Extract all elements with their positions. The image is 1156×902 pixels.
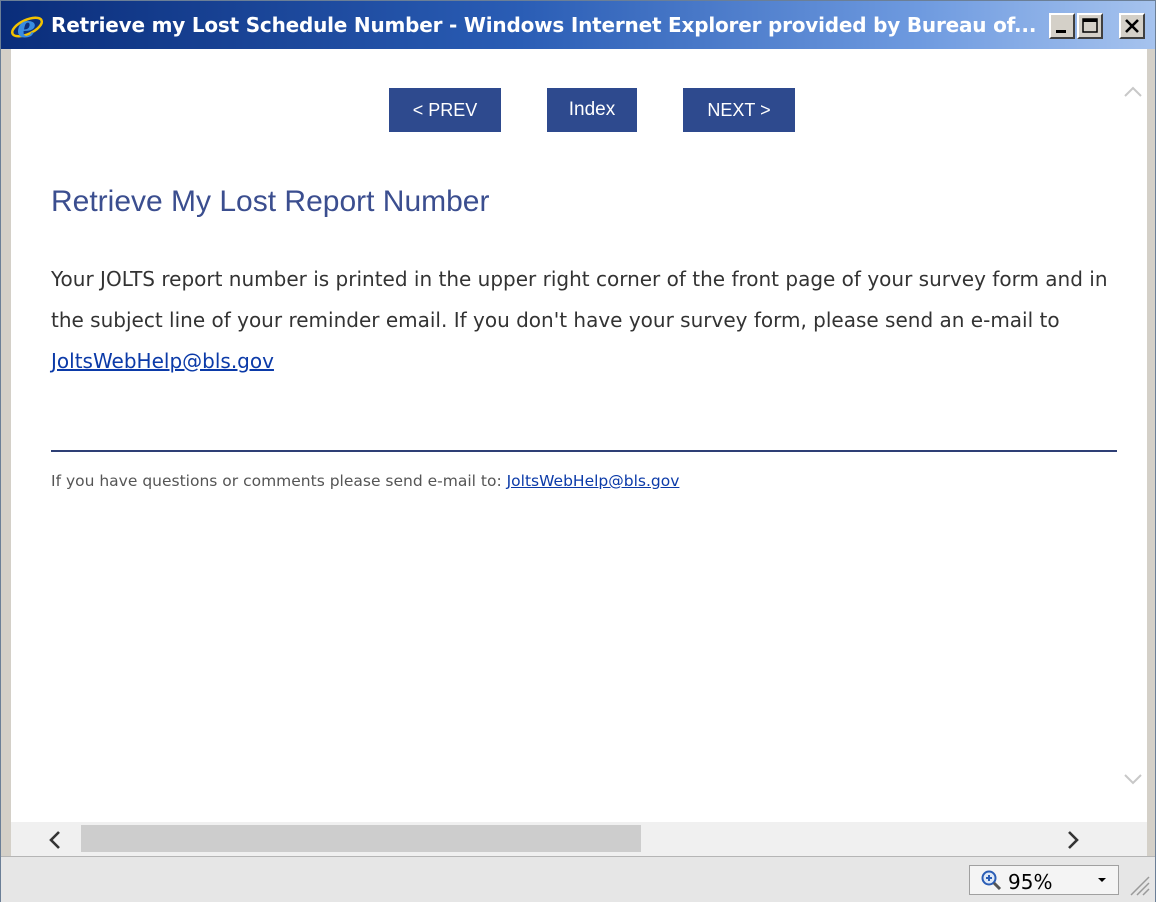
close-button[interactable] [1119, 13, 1145, 39]
page-title: Retrieve My Lost Report Number [51, 185, 490, 218]
help-email-link[interactable]: JoltsWebHelp@bls.gov [51, 349, 274, 373]
prev-button[interactable]: < PREV [389, 88, 501, 132]
index-button[interactable]: Index [547, 88, 637, 132]
footer-email-link[interactable]: JoltsWebHelp@bls.gov [507, 472, 680, 490]
minimize-icon [1056, 30, 1066, 33]
horizontal-scrollbar[interactable] [11, 822, 1147, 856]
minimize-button[interactable] [1049, 13, 1075, 39]
internet-explorer-icon: e [10, 10, 44, 42]
status-bar: 95% [1, 856, 1155, 902]
divider [51, 450, 1117, 452]
scroll-up-arrow-icon[interactable] [1122, 83, 1144, 99]
page-content: < PREV Index NEXT > Retrieve My Lost Rep… [11, 49, 1117, 822]
next-button[interactable]: NEXT > [683, 88, 795, 132]
window-title: Retrieve my Lost Schedule Number - Windo… [51, 13, 1037, 37]
zoom-magnifier-icon [981, 870, 1002, 891]
horizontal-scroll-thumb[interactable] [81, 825, 641, 852]
body-text: Your JOLTS report number is printed in t… [51, 267, 1108, 332]
close-icon [1125, 19, 1139, 33]
vertical-scrollbar[interactable] [1117, 49, 1147, 822]
zoom-level: 95% [1008, 870, 1053, 894]
resize-grip-icon[interactable] [1127, 873, 1151, 897]
footer: If you have questions or comments please… [51, 472, 679, 490]
maximize-button[interactable] [1077, 13, 1103, 39]
footer-text: If you have questions or comments please… [51, 472, 507, 490]
body-paragraph: Your JOLTS report number is printed in t… [51, 259, 1111, 382]
scroll-left-arrow-icon[interactable] [47, 829, 63, 851]
browser-window: e Retrieve my Lost Schedule Number - Win… [0, 0, 1156, 902]
zoom-control[interactable]: 95% [969, 865, 1119, 895]
maximize-icon [1082, 18, 1098, 33]
scroll-down-arrow-icon[interactable] [1122, 771, 1144, 787]
scroll-right-arrow-icon[interactable] [1065, 829, 1081, 851]
chevron-down-icon[interactable] [1096, 876, 1108, 884]
title-bar: e Retrieve my Lost Schedule Number - Win… [1, 1, 1155, 49]
svg-text:e: e [17, 10, 36, 42]
